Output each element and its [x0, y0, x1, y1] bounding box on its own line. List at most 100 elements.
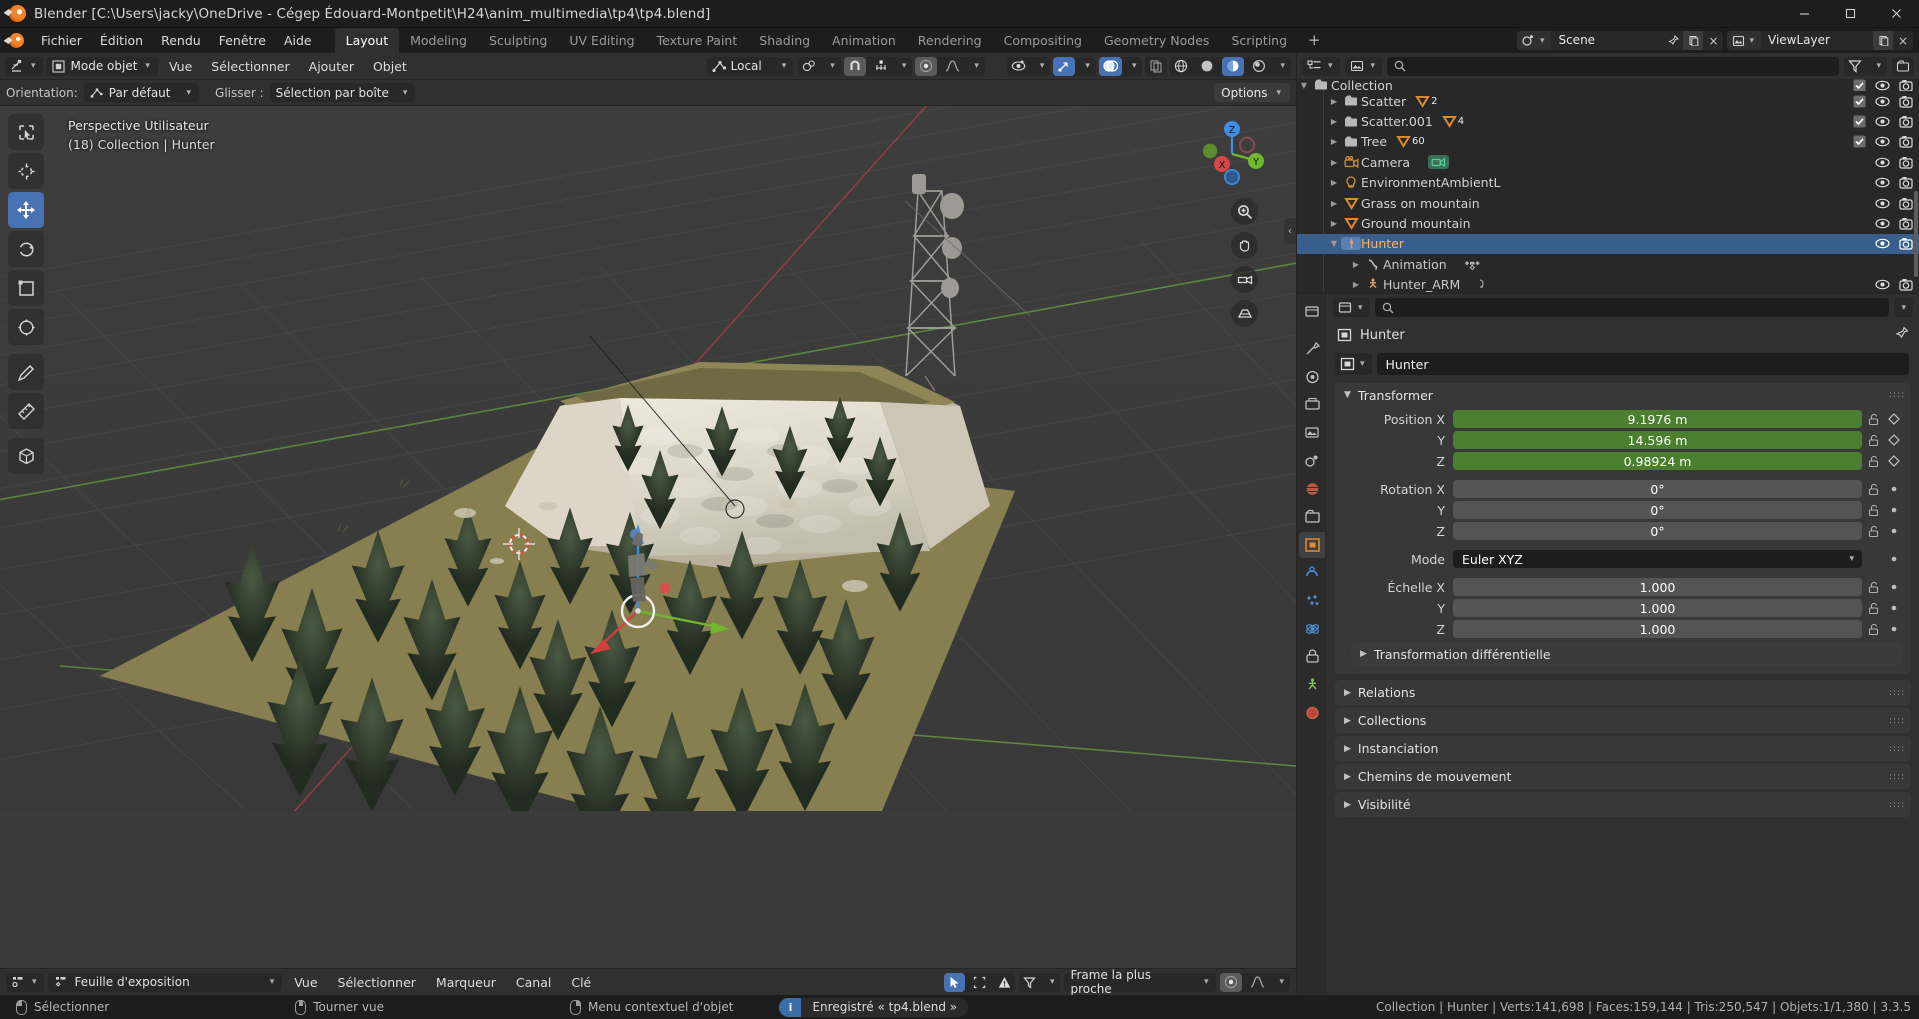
outliner-row-environmentambientl[interactable]: ▶ EnvironmentAmbientL — [1297, 173, 1919, 193]
timeline-select-group[interactable] — [943, 972, 1015, 992]
snapping-group[interactable]: ▾ — [843, 56, 913, 76]
particles-tab[interactable] — [1299, 588, 1325, 614]
falloff-icon[interactable] — [941, 57, 964, 76]
field-value[interactable]: 0° — [1453, 500, 1862, 520]
outliner-row-scatter-001[interactable]: ▶ Scatter.001 4 — [1297, 111, 1919, 131]
blender-menu-icon[interactable] — [0, 28, 32, 53]
timeline-menu-cle[interactable]: Clé — [563, 973, 599, 992]
pin-icon[interactable] — [1895, 326, 1909, 344]
keyframe-icon[interactable] — [1884, 455, 1904, 467]
field-value-wrap[interactable]: Euler XYZ ▾ — [1453, 549, 1862, 569]
data-tab[interactable] — [1299, 672, 1325, 698]
transform-orientation-button[interactable]: Local ▾ — [706, 56, 794, 76]
menu-edition[interactable]: Édition — [91, 28, 152, 53]
lock-icon[interactable] — [1862, 581, 1884, 594]
shading-group[interactable]: ▾ — [1170, 56, 1291, 76]
proportional-edit-icon[interactable] — [915, 56, 938, 76]
rendered-shading-icon[interactable] — [1248, 57, 1270, 76]
cursor-select-icon[interactable] — [943, 972, 965, 992]
viewport-menu-vue[interactable]: Vue — [161, 57, 200, 76]
modifiers-tab[interactable] — [1299, 560, 1325, 586]
animate-dot-icon[interactable] — [1884, 485, 1904, 493]
expand-triangle[interactable]: ▼ — [1327, 239, 1341, 248]
tab-layout[interactable]: Layout — [334, 28, 400, 53]
gizmo-icon[interactable] — [1053, 56, 1076, 76]
constraints-tab[interactable] — [1299, 644, 1325, 670]
viewlayer-icon[interactable]: ▾ — [1727, 31, 1761, 50]
instancing-panel[interactable]: ▶ Instanciation :::: — [1335, 736, 1911, 761]
drag-dropdown[interactable]: Sélection par boîte ▾ — [269, 83, 416, 102]
add-cube-tool[interactable] — [8, 438, 44, 474]
field-value[interactable]: 1.000 — [1453, 619, 1862, 639]
new-viewlayer-icon[interactable] — [1873, 31, 1893, 50]
collections-panel[interactable]: ▶ Collections :::: — [1335, 708, 1911, 733]
camera-view-icon[interactable] — [1231, 266, 1258, 293]
move-tool[interactable] — [8, 192, 44, 228]
outliner-filter-caret-icon[interactable]: ▾ — [1870, 57, 1887, 76]
measure-tool[interactable] — [8, 393, 44, 429]
properties-search-input[interactable] — [1374, 298, 1890, 317]
interaction-mode-button[interactable]: Mode objet ▾ — [45, 56, 158, 76]
xray-toggle-icon[interactable] — [1145, 56, 1168, 76]
gizmo-group[interactable]: ▾ — [1053, 56, 1096, 76]
proportional-group[interactable]: ▾ — [915, 56, 985, 76]
close-button[interactable] — [1873, 0, 1919, 28]
timeline-filter-group[interactable]: ▾ — [1018, 972, 1061, 992]
lock-icon[interactable] — [1862, 623, 1884, 636]
outliner-editor-type-button[interactable]: ▾ — [1302, 56, 1340, 76]
overlays-caret-icon[interactable]: ▾ — [1126, 57, 1143, 76]
outliner-row-collection[interactable]: ▼ Collection — [1297, 79, 1919, 91]
expand-triangle[interactable]: ▶ — [1327, 117, 1341, 126]
scene-name[interactable]: Scene — [1551, 31, 1664, 50]
scene-icon[interactable]: ▾ — [1516, 31, 1552, 50]
field-value[interactable]: 9.1976 m — [1453, 409, 1862, 429]
keyframe-icon[interactable] — [1884, 413, 1904, 425]
transform-panel-header[interactable]: ▼ Transformer :::: — [1335, 383, 1911, 407]
shading-caret-icon[interactable]: ▾ — [1274, 57, 1291, 76]
tab-animation[interactable]: Animation — [821, 28, 907, 53]
animate-dot-icon[interactable] — [1884, 625, 1904, 633]
field-value[interactable]: 0° — [1453, 521, 1862, 541]
animate-dot-icon[interactable] — [1884, 555, 1904, 563]
outliner-display-mode-button[interactable]: ▾ — [1344, 56, 1383, 76]
outliner-row-camera[interactable]: ▶ Camera — [1297, 152, 1919, 172]
menu-rendu[interactable]: Rendu — [152, 28, 210, 53]
view-layer-tab[interactable] — [1299, 420, 1325, 446]
render-tab[interactable] — [1299, 364, 1325, 390]
field-value[interactable]: 1.000 — [1453, 598, 1862, 618]
material-tab[interactable] — [1299, 700, 1325, 726]
drag-handle-icon[interactable]: :::: — [1889, 391, 1904, 400]
lock-icon[interactable] — [1862, 602, 1884, 615]
timeline-proportional-group[interactable]: ▾ — [1220, 972, 1290, 992]
timeline-falloff-caret-icon[interactable]: ▾ — [1273, 973, 1290, 992]
annotate-tool[interactable] — [8, 354, 44, 390]
drag-handle-icon[interactable]: :::: — [1889, 800, 1904, 809]
output-tab[interactable] — [1299, 392, 1325, 418]
gizmo-caret-icon[interactable]: ▾ — [1079, 57, 1096, 76]
outliner-filter-group[interactable]: ▾ — [1844, 56, 1887, 76]
outliner-row-ground-mountain[interactable]: ▶ Ground mountain — [1297, 213, 1919, 233]
animate-dot-icon[interactable] — [1884, 583, 1904, 591]
expand-triangle[interactable]: ▶ — [1327, 158, 1341, 167]
tab-texture-paint[interactable]: Texture Paint — [646, 28, 749, 53]
zoom-view-icon[interactable] — [1231, 198, 1258, 225]
object-name-field[interactable]: Hunter — [1376, 353, 1909, 375]
expand-triangle[interactable]: ▶ — [1327, 137, 1341, 146]
move-view-icon[interactable] — [1231, 232, 1258, 259]
toggle-perspective-icon[interactable] — [1231, 300, 1258, 327]
editor-type-button[interactable]: ▾ — [5, 56, 43, 76]
field-value[interactable]: 0° — [1453, 479, 1862, 499]
timeline-falloff-icon[interactable] — [1246, 973, 1269, 992]
maximize-button[interactable] — [1827, 0, 1873, 28]
outliner-tree[interactable]: ▼ Collection ▶ Scatter 2 ▶ Scatter.001 4… — [1297, 79, 1919, 293]
tab-uv-editing[interactable]: UV Editing — [558, 28, 645, 53]
viewport-menu-ajouter[interactable]: Ajouter — [301, 57, 362, 76]
object-visibility-icon[interactable] — [1007, 57, 1030, 76]
delta-transform-panel[interactable]: ▶ Transformation différentielle — [1351, 642, 1903, 666]
tab-geometry-nodes[interactable]: Geometry Nodes — [1093, 28, 1220, 53]
physics-tab[interactable] — [1299, 616, 1325, 642]
tab-rendering[interactable]: Rendering — [907, 28, 993, 53]
properties-editor-type-button[interactable] — [1299, 298, 1325, 324]
snap-to-icon[interactable] — [870, 57, 892, 76]
expand-triangle[interactable]: ▶ — [1349, 280, 1363, 289]
